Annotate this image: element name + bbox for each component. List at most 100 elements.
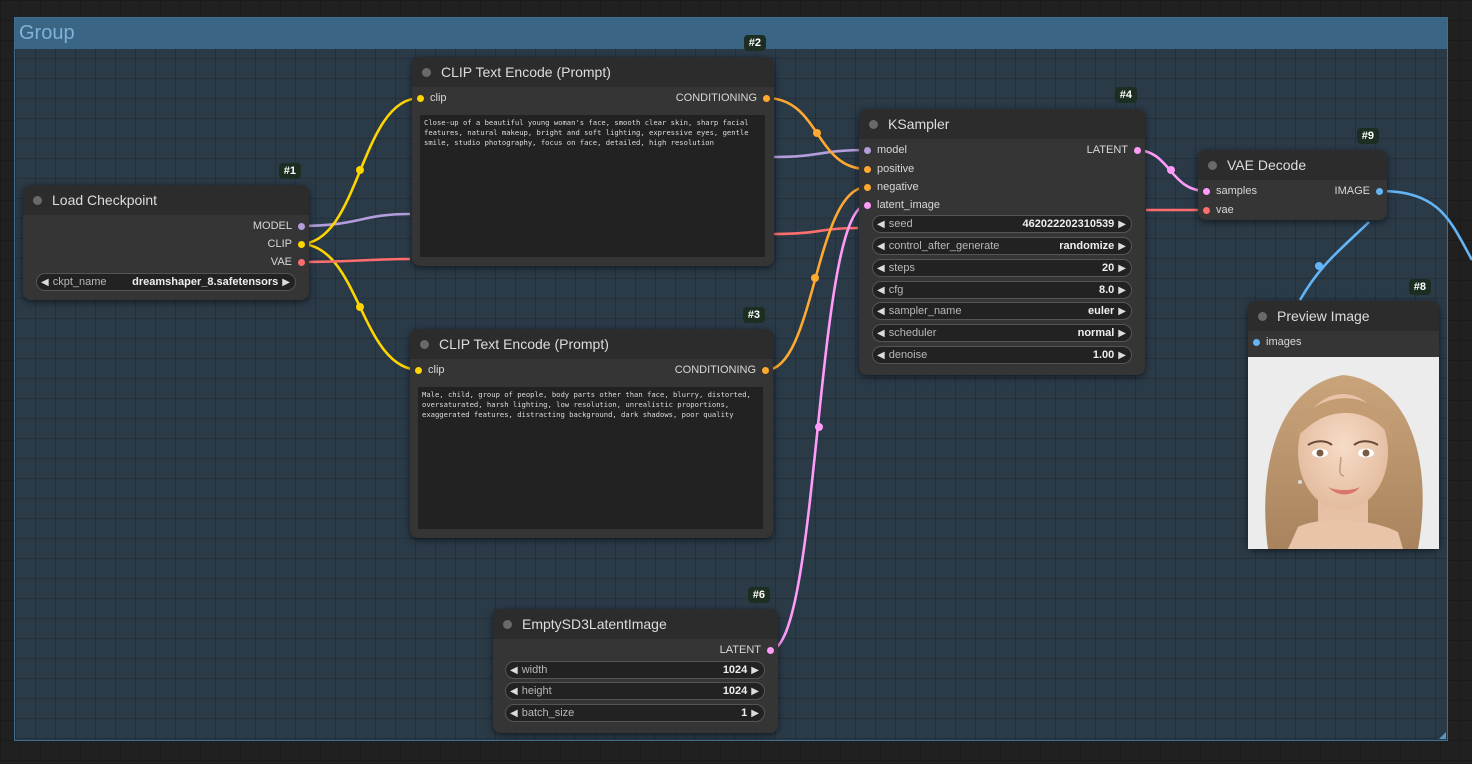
slot-dot-icon[interactable]	[767, 647, 774, 654]
input-slot-positive[interactable]: positive	[864, 162, 914, 176]
slot-dot-icon[interactable]	[864, 202, 871, 209]
input-slot-negative[interactable]: negative	[864, 180, 919, 194]
prompt-textarea-positive[interactable]: Close-up of a beautiful young woman's fa…	[420, 115, 765, 257]
collapse-dot-icon[interactable]	[869, 119, 878, 129]
collapse-dot-icon[interactable]	[1208, 160, 1217, 170]
node-id-badge: #3	[742, 307, 765, 323]
widget-scheduler[interactable]: ◀ scheduler normal ▶	[872, 324, 1132, 342]
arrow-left-icon[interactable]: ◀	[877, 306, 885, 317]
node-title-bar[interactable]: CLIP Text Encode (Prompt)	[410, 329, 773, 359]
slot-dot-icon[interactable]	[762, 367, 769, 374]
widget-ckpt-name[interactable]: ◀ ckpt_name dreamshaper_8.safetensors ▶	[36, 273, 296, 291]
arrow-left-icon[interactable]: ◀	[877, 241, 885, 252]
group-resize-handle[interactable]	[1439, 732, 1446, 739]
arrow-right-icon[interactable]: ▶	[751, 708, 764, 719]
slot-dot-icon[interactable]	[1203, 188, 1210, 195]
slot-dot-icon[interactable]	[864, 166, 871, 173]
collapse-dot-icon[interactable]	[1258, 311, 1267, 321]
input-slot-latent-image[interactable]: latent_image	[864, 198, 940, 212]
prompt-textarea-negative[interactable]: Male, child, group of people, body parts…	[418, 387, 763, 529]
arrow-left-icon[interactable]: ◀	[510, 686, 518, 697]
group-title: Group	[19, 22, 75, 44]
arrow-left-icon[interactable]: ◀	[877, 219, 885, 230]
output-slot-latent[interactable]: LATENT	[720, 643, 774, 657]
arrow-right-icon[interactable]: ▶	[1118, 306, 1131, 317]
node-id-badge: #1	[278, 163, 301, 179]
widget-seed[interactable]: ◀ seed 462022202310539 ▶	[872, 215, 1132, 233]
input-slot-model[interactable]: model	[864, 143, 907, 157]
arrow-left-icon[interactable]: ◀	[510, 708, 518, 719]
arrow-right-icon[interactable]: ▶	[1118, 328, 1131, 339]
slot-dot-icon[interactable]	[1376, 188, 1383, 195]
arrow-right-icon[interactable]: ▶	[1118, 285, 1131, 296]
arrow-left-icon[interactable]: ◀	[877, 263, 885, 274]
collapse-dot-icon[interactable]	[33, 195, 42, 205]
node-title-bar[interactable]: Preview Image	[1248, 301, 1439, 331]
slot-dot-icon[interactable]	[1253, 339, 1260, 346]
arrow-left-icon[interactable]: ◀	[510, 665, 518, 676]
input-slot-clip[interactable]: clip	[415, 363, 445, 377]
input-slot-vae[interactable]: vae	[1203, 203, 1234, 217]
node-clip-text-encode-positive[interactable]: #2 CLIP Text Encode (Prompt) clip CONDIT…	[412, 35, 774, 266]
arrow-right-icon[interactable]: ▶	[751, 665, 764, 676]
widget-width[interactable]: ◀ width 1024 ▶	[505, 661, 765, 679]
output-slot-conditioning[interactable]: CONDITIONING	[675, 363, 769, 377]
arrow-left-icon[interactable]: ◀	[877, 350, 885, 361]
portrait-image	[1248, 357, 1439, 549]
output-slot-model[interactable]: MODEL	[253, 219, 305, 233]
slot-dot-icon[interactable]	[864, 184, 871, 191]
node-ksampler[interactable]: #4 KSampler model positive negative late…	[859, 87, 1145, 375]
input-slot-samples[interactable]: samples	[1203, 184, 1257, 198]
widget-control-after-generate[interactable]: ◀ control_after_generate randomize ▶	[872, 237, 1132, 255]
collapse-dot-icon[interactable]	[422, 67, 431, 77]
slot-dot-icon[interactable]	[298, 223, 305, 230]
node-title: Load Checkpoint	[52, 192, 158, 208]
node-load-checkpoint[interactable]: #1 Load Checkpoint MODEL CLIP VAE ◀ ckpt_…	[23, 163, 309, 300]
slot-dot-icon[interactable]	[298, 241, 305, 248]
arrow-left-icon[interactable]: ◀	[877, 285, 885, 296]
node-title-bar[interactable]: KSampler	[859, 109, 1145, 139]
widget-batch-size[interactable]: ◀ batch_size 1 ▶	[505, 704, 765, 722]
arrow-left-icon[interactable]: ◀	[877, 328, 885, 339]
node-vae-decode[interactable]: #9 VAE Decode samples vae IMAGE	[1198, 128, 1387, 220]
slot-dot-icon[interactable]	[1134, 147, 1141, 154]
node-title-bar[interactable]: VAE Decode	[1198, 150, 1387, 180]
arrow-left-icon[interactable]: ◀	[41, 277, 49, 288]
collapse-dot-icon[interactable]	[420, 339, 429, 349]
output-slot-vae[interactable]: VAE	[271, 255, 305, 269]
arrow-right-icon[interactable]: ▶	[1118, 350, 1131, 361]
input-slot-images[interactable]: images	[1253, 335, 1301, 349]
slot-dot-icon[interactable]	[417, 95, 424, 102]
widget-cfg[interactable]: ◀ cfg 8.0 ▶	[872, 281, 1132, 299]
node-title-bar[interactable]: Load Checkpoint	[23, 185, 309, 215]
widget-steps[interactable]: ◀ steps 20 ▶	[872, 259, 1132, 277]
output-slot-conditioning[interactable]: CONDITIONING	[676, 91, 770, 105]
group-header[interactable]: Group	[15, 18, 1447, 49]
collapse-dot-icon[interactable]	[503, 619, 512, 629]
widget-denoise[interactable]: ◀ denoise 1.00 ▶	[872, 346, 1132, 364]
arrow-right-icon[interactable]: ▶	[751, 686, 764, 697]
node-empty-sd3-latent-image[interactable]: #6 EmptySD3LatentImage LATENT ◀ width 102…	[493, 587, 778, 733]
output-slot-clip[interactable]: CLIP	[268, 237, 305, 251]
slot-dot-icon[interactable]	[763, 95, 770, 102]
arrow-right-icon[interactable]: ▶	[282, 277, 295, 288]
input-slot-clip[interactable]: clip	[417, 91, 447, 105]
slot-dot-icon[interactable]	[415, 367, 422, 374]
node-title-bar[interactable]: CLIP Text Encode (Prompt)	[412, 57, 774, 87]
preview-image-output[interactable]	[1248, 357, 1439, 549]
widget-sampler-name[interactable]: ◀ sampler_name euler ▶	[872, 302, 1132, 320]
arrow-right-icon[interactable]: ▶	[1118, 241, 1131, 252]
arrow-right-icon[interactable]: ▶	[1118, 219, 1131, 230]
slot-dot-icon[interactable]	[298, 259, 305, 266]
node-id-badge: #8	[1408, 279, 1431, 295]
output-slot-image[interactable]: IMAGE	[1335, 184, 1383, 198]
widget-height[interactable]: ◀ height 1024 ▶	[505, 682, 765, 700]
node-clip-text-encode-negative[interactable]: #3 CLIP Text Encode (Prompt) clip CONDIT…	[410, 307, 773, 538]
arrow-right-icon[interactable]: ▶	[1118, 263, 1131, 274]
node-preview-image[interactable]: #8 Preview Image images	[1248, 279, 1439, 549]
output-slot-latent[interactable]: LATENT	[1087, 143, 1141, 157]
slot-dot-icon[interactable]	[864, 147, 871, 154]
node-title: VAE Decode	[1227, 157, 1307, 173]
slot-dot-icon[interactable]	[1203, 207, 1210, 214]
node-title-bar[interactable]: EmptySD3LatentImage	[493, 609, 778, 639]
